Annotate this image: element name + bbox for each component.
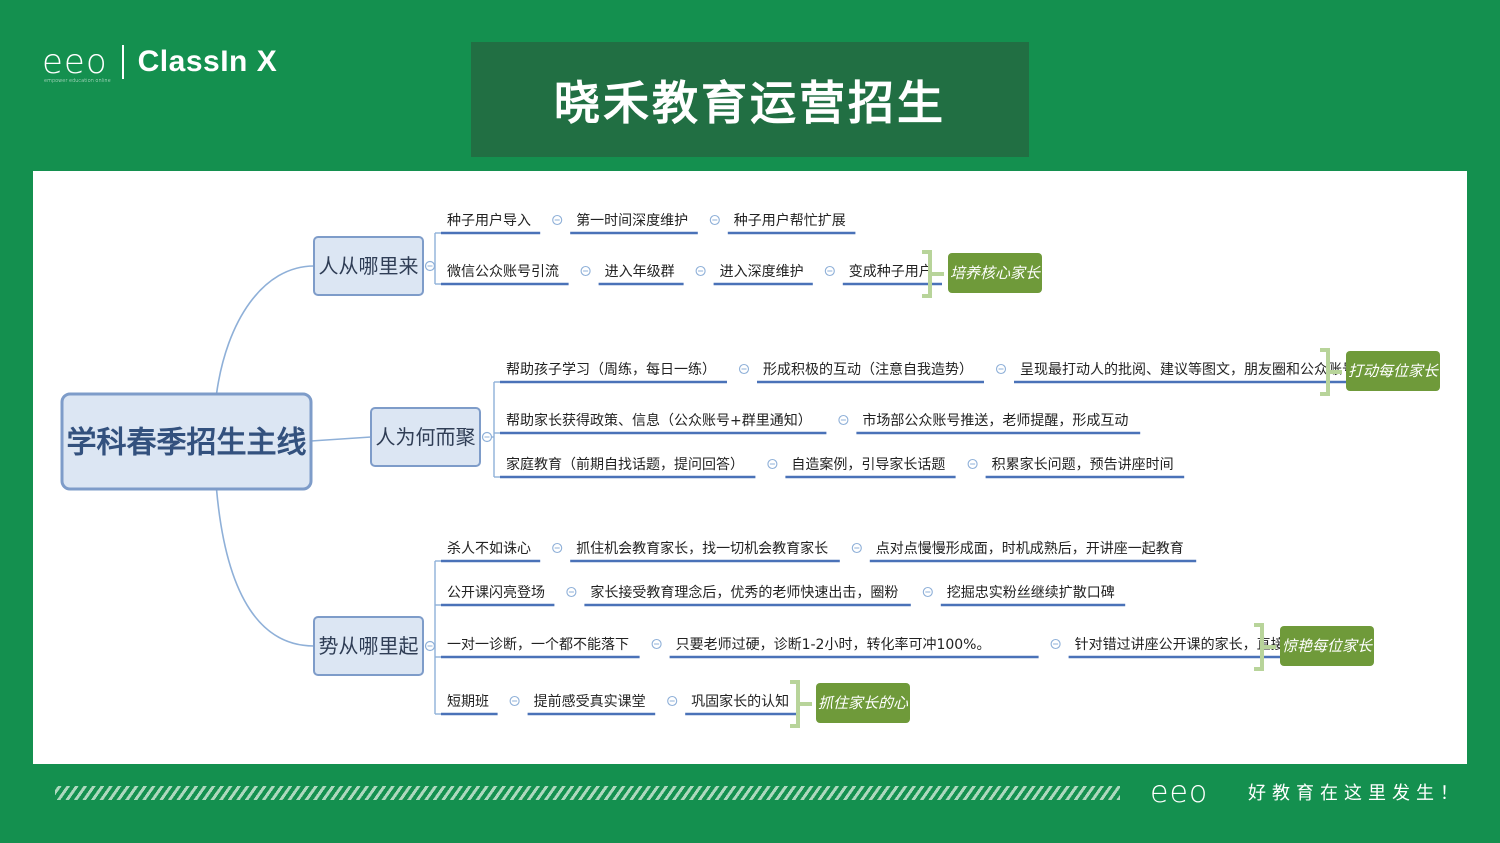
summary-tag-label: 打动每位家长 [1348, 362, 1439, 380]
topic-text: 市场部公众账号推送，老师提醒，形成互动 [862, 412, 1128, 429]
classin-brand: ClassIn X [137, 45, 278, 78]
topic-text: 短期班 [447, 694, 489, 710]
header-logo: eeo empower education online ClassIn X [42, 40, 277, 84]
title-banner: 晓禾教育运营招生 [471, 42, 1029, 157]
topic-text: 挖掘忠实粉丝继续扩散口碑 [947, 584, 1115, 601]
branch-node-label: 人为何而聚 [376, 425, 476, 449]
root-connector [310, 436, 372, 442]
summary-tag-label: 惊艳每位家长 [1282, 637, 1373, 655]
topic-text: 种子用户导入 [447, 212, 531, 229]
topic-text: 种子用户帮忙扩展 [734, 212, 846, 229]
topic-text: 进入年级群 [605, 264, 675, 280]
mindmap-canvas: 学科春季招生主线 人从哪里来 种子用户导入 第一时间深度维护 种子用户帮忙扩展微信公众账… [60, 212, 1440, 728]
topic-text: 提前感受真实课堂 [534, 693, 646, 710]
topic-text: 只要老师过硬，诊断1-2小时，转化率可冲100%。 [676, 636, 991, 653]
topic-text: 帮助家长获得政策、信息（公众账号+群里通知） [506, 412, 812, 429]
topic-text: 进入深度维护 [720, 264, 804, 280]
topic-text: 帮助孩子学习（周练，每日一练） [506, 362, 716, 378]
mindmap-panel: 学科春季招生主线 人从哪里来 种子用户导入 第一时间深度维护 种子用户帮忙扩展微信公众账… [33, 171, 1467, 764]
topic-text: 微信公众账号引流 [447, 264, 559, 280]
topic-text: 形成积极的互动（注意自我造势） [763, 361, 973, 378]
topic-text: 抓住机会教育家长，找一切机会教育家长 [576, 540, 828, 557]
eeo-logo-text: eeo empower education online [42, 42, 111, 84]
footer-stripes [55, 786, 1120, 800]
logo-separator [121, 45, 124, 79]
topic-text: 巩固家长的认知 [691, 693, 789, 710]
topic-text: 自造案例，引导家长话题 [791, 456, 945, 473]
topic-text: 家庭教育（前期自找话题，提问回答） [506, 456, 744, 473]
page-title: 晓禾教育运营招生 [554, 75, 946, 130]
summary-tag-label: 培养核心家长 [950, 264, 1041, 282]
topic-text: 变成种子用户 [849, 263, 933, 280]
summary-tag-label: 抓住家长的心 [818, 694, 909, 712]
topic-text: 公开课闪亮登场 [447, 584, 545, 601]
root-connector [215, 488, 315, 647]
topic-text: 第一时间深度维护 [576, 212, 688, 229]
branch-node-label: 人从哪里来 [319, 254, 419, 278]
root-node-label: 学科春季招生主线 [67, 426, 307, 461]
topic-text: 家长接受教育理念后，优秀的老师快速出击，圈粉 [590, 584, 898, 601]
summary-bracket [790, 680, 812, 728]
footer-logo: eeo [1150, 775, 1209, 810]
topic-text: 积累家长问题，预告讲座时间 [992, 456, 1174, 473]
footer-slogan: 好教育在这里发生！ [1248, 783, 1464, 804]
topic-text: 杀人不如诛心 [447, 541, 531, 557]
branch-node-label: 势从哪里起 [319, 634, 419, 658]
root-connector [215, 265, 315, 395]
eeo-logo-subtext: empower education online [44, 78, 111, 84]
topic-text: 点对点慢慢形成面，时机成熟后，开讲座一起教育 [876, 540, 1184, 557]
topic-text: 一对一诊断，一个都不能落下 [447, 637, 629, 653]
